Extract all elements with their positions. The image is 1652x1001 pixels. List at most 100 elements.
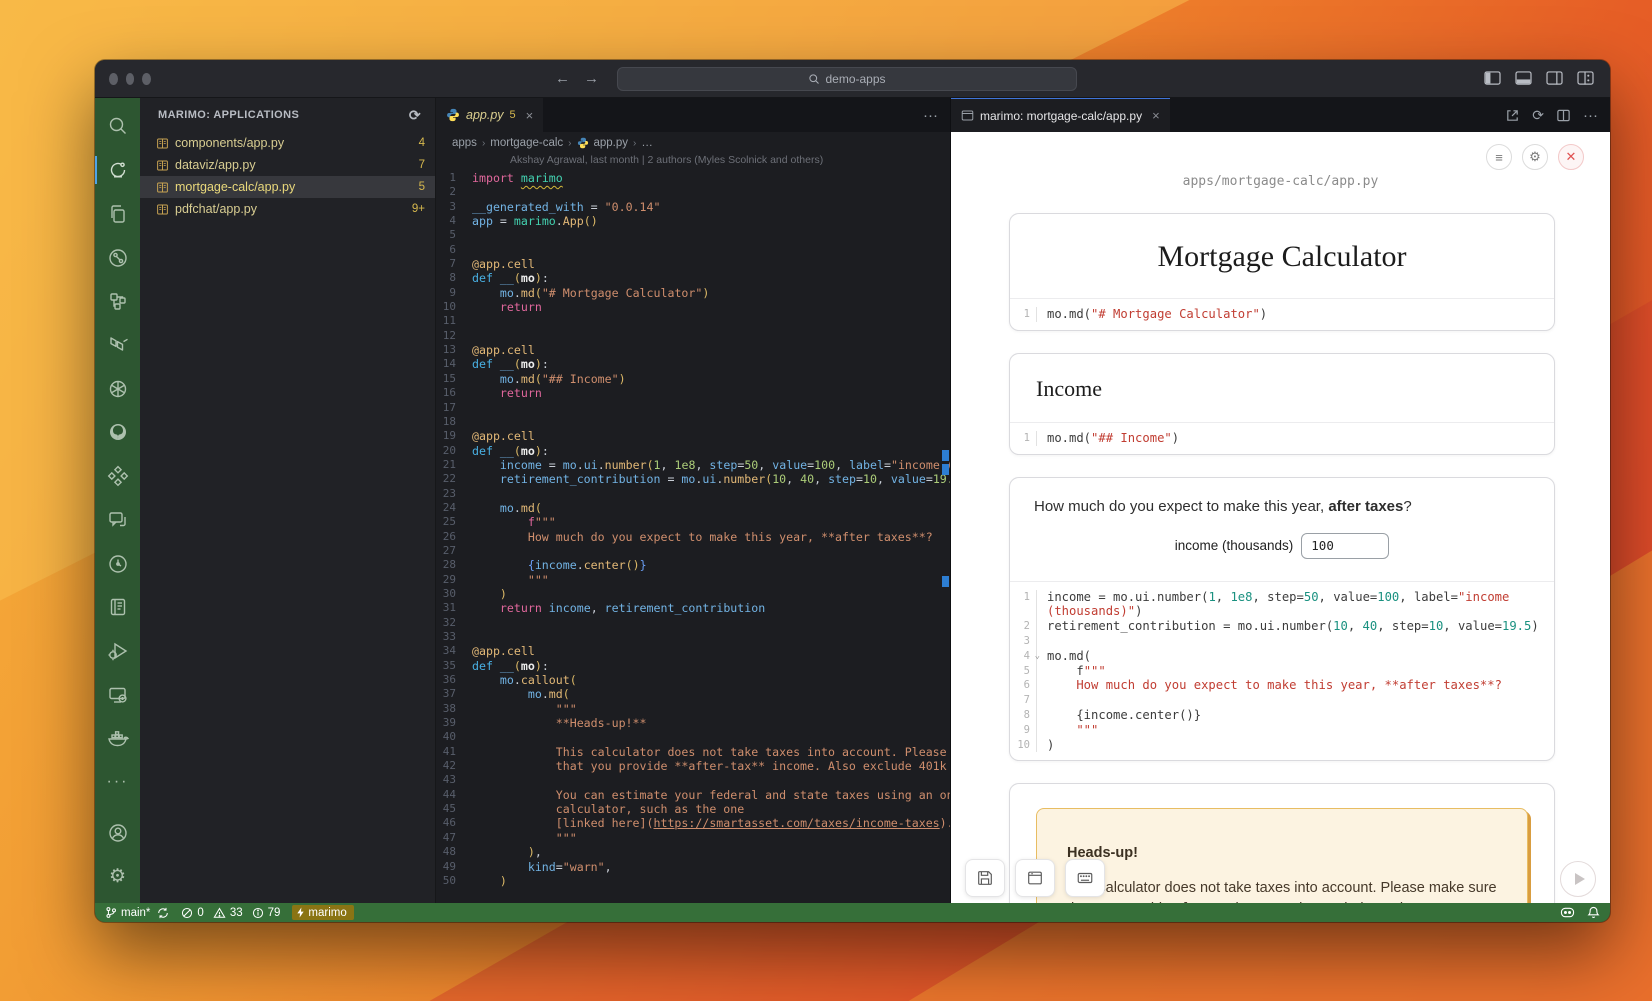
notebook-cells: Mortgage Calculator 1mo.md("# Mortgage C… [951,189,1610,903]
activity-terraform-icon[interactable] [95,327,140,364]
code-line: 14def __(mo): [436,357,950,371]
code-line: 19@app.cell [436,429,950,443]
vscode-window: ← → demo-apps [95,60,1610,922]
notifications-bell-icon[interactable] [1587,906,1600,919]
code-line: 34@app.cell [436,644,950,658]
editor-actions-more-icon[interactable]: ··· [923,107,938,124]
breadcrumb-item[interactable]: app.py [594,137,629,149]
breadcrumb[interactable]: apps › mortgage-calc › app.py › … [436,132,950,154]
python-icon [446,108,460,122]
cell-code[interactable]: 1mo.md("## Income") [1010,423,1554,454]
shutdown-icon[interactable]: ✕ [1558,144,1584,170]
reload-icon[interactable]: ⟳ [1532,107,1544,124]
refresh-icon[interactable]: ⟳ [409,107,421,124]
python-icon [577,137,589,149]
sidebar-file-item[interactable]: dataviz/app.py7 [140,154,435,176]
settings-gear-icon[interactable]: ⚙ [95,858,140,895]
code-line: 5 f""" [1010,664,1554,679]
customize-layout-icon[interactable] [1577,71,1594,86]
account-icon[interactable] [95,815,140,852]
run-app-button[interactable] [1560,861,1596,897]
code-line: 20def __(mo): [436,444,950,458]
save-button[interactable] [965,859,1005,897]
breadcrumb-item[interactable]: apps [452,137,477,149]
history-back-button[interactable]: ← [555,70,570,87]
sync-icon[interactable] [157,907,169,919]
panel-more-icon[interactable]: ··· [1583,107,1598,124]
menu-icon[interactable]: ≡ [1486,144,1512,170]
activity-remote-explorer-icon[interactable] [95,676,140,713]
save-icon [976,869,994,887]
activity-sphere-icon[interactable] [95,370,140,407]
open-external-icon[interactable] [1505,108,1520,123]
income-number-input[interactable] [1301,533,1389,559]
cell-code[interactable]: 1mo.md("# Mortgage Calculator") [1010,299,1554,330]
close-tab-icon[interactable]: × [1152,108,1160,123]
code-line: 22 retirement_contribution = mo.ui.numbe… [436,472,950,486]
activity-diamonds-icon[interactable] [95,458,140,495]
zoom-window-button[interactable] [142,73,151,85]
close-tab-icon[interactable]: × [526,108,534,123]
code-line: 9 mo.md("# Mortgage Calculator") [436,286,950,300]
code-line: 1import marimo [436,171,950,185]
file-label: pdfchat/app.py [175,202,257,216]
git-branch-icon [105,906,117,919]
activity-debug-icon[interactable] [95,633,140,670]
split-editor-icon[interactable] [1556,108,1571,123]
minimize-window-button[interactable] [126,73,135,85]
toggle-secondary-sidebar-icon[interactable] [1546,71,1563,86]
code-line: 27 [436,544,950,558]
code-line: 16 return [436,386,950,400]
history-forward-button[interactable]: → [584,70,599,87]
sidebar-file-item[interactable]: pdfchat/app.py 9+ [140,198,435,220]
error-count: 0 [197,907,203,919]
activity-more-icon[interactable]: ··· [95,764,140,801]
activity-search-icon[interactable] [95,108,140,145]
code-line: 42 that you provide **after-tax** income… [436,759,950,773]
activity-hierarchy-icon[interactable] [95,283,140,320]
activity-github-icon[interactable] [95,414,140,451]
section-heading: Income [1010,354,1554,422]
activity-notebook-icon[interactable] [95,589,140,626]
app-settings-gear-icon[interactable]: ⚙ [1522,144,1548,170]
copilot-icon[interactable] [1560,906,1575,919]
code-editor[interactable]: 1import marimo23__generated_with = "0.0.… [436,169,950,903]
breadcrumb-item[interactable]: … [641,137,653,149]
sidebar-file-item[interactable]: mortgage-calc/app.py5 [140,176,435,198]
code-line: 18 [436,415,950,429]
problems-badge: 7 [419,159,425,171]
breadcrumb-item[interactable]: mortgage-calc [490,137,563,149]
sidebar-file-item[interactable]: components/app.py4 [140,132,435,154]
tab-app-py[interactable]: app.py 5 × [436,98,543,132]
activity-timeline-icon[interactable] [95,545,140,582]
git-branch-status[interactable]: main* [105,906,169,919]
activity-docker-icon[interactable] [95,720,140,757]
activity-comments-icon[interactable] [95,501,140,538]
activity-copy-pages-icon[interactable] [95,195,140,232]
toggle-panel-icon[interactable] [1515,71,1532,86]
problems-badge: 9+ [412,203,425,215]
info-count: 79 [268,907,281,919]
new-window-button[interactable] [1015,859,1055,897]
marimo-status-chip[interactable]: marimo [292,905,353,920]
code-line: 7 [1010,693,1554,708]
chevron-right-icon: › [482,138,485,149]
code-line: 4⌄mo.md( [1010,649,1554,664]
activity-run-graph-icon[interactable] [95,239,140,276]
code-line: 28 {income.center()} [436,558,950,572]
callout-paragraph: This calculator does not take taxes into… [1067,878,1497,903]
command-center-search[interactable]: demo-apps [617,67,1077,91]
toggle-sidebar-icon[interactable] [1484,71,1501,86]
code-line: 3 [1010,634,1554,649]
cell-code[interactable]: 1income = mo.ui.number(1, 1e8, step=50, … [1010,582,1554,761]
webview-panel-group: marimo: mortgage-calc/app.py × ⟳ ··· ≡ ⚙ [950,98,1610,903]
keyboard-shortcuts-button[interactable] [1065,859,1105,897]
preview-icon [961,109,974,122]
activity-marimo-icon[interactable] [95,152,140,189]
close-window-button[interactable] [109,73,118,85]
code-line: 12 [436,329,950,343]
tab-marimo-preview[interactable]: marimo: mortgage-calc/app.py × [951,98,1170,132]
code-line: 3__generated_with = "0.0.14" [436,200,950,214]
window-controls [95,73,165,85]
problems-status[interactable]: 0 33 79 [181,907,280,919]
